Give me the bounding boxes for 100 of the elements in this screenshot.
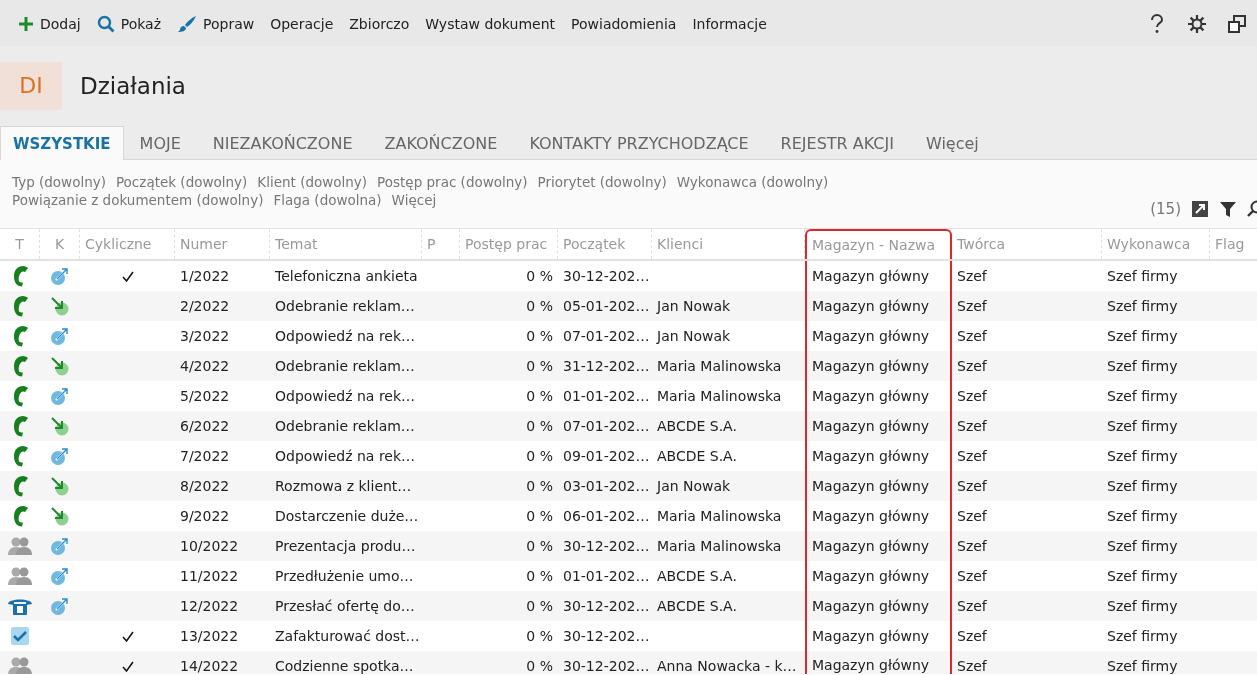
table-cell-text: Szef firmy <box>1106 327 1179 346</box>
expand-icon[interactable] <box>1191 200 1209 218</box>
table-cell-text: Odebranie reklam… <box>274 357 416 376</box>
people-icon <box>7 566 33 586</box>
table-cell-text: ABCDE S.A. <box>656 567 738 586</box>
filter-link[interactable]: Klient (dowolny) <box>257 174 368 190</box>
table-cell-text: Szef firmy <box>1106 657 1179 674</box>
column-header[interactable]: P <box>422 229 460 259</box>
filter-link[interactable]: Typ (dowolny) <box>12 174 106 190</box>
table-cell-text: Jan Nowak <box>655 297 732 316</box>
table-cell-text: ABCDE S.A. <box>656 447 738 466</box>
column-header[interactable]: Temat <box>270 229 422 259</box>
module-badge: DI <box>0 61 62 110</box>
table-cell-text: Maria Malinowska <box>656 537 783 556</box>
table-cell-text: Szef <box>956 537 988 556</box>
column-header[interactable]: Twórca <box>952 229 1102 259</box>
table-cell-text: 07-01-202… <box>562 417 651 436</box>
tab[interactable]: WSZYSTKIE <box>0 126 124 160</box>
toolbar-button[interactable]: Operacje <box>262 6 342 41</box>
table-cell-text: Odebranie reklam… <box>274 417 416 436</box>
table-cell-text: 8/2022 <box>179 477 231 496</box>
tab[interactable]: NIEZAKOŃCZONE <box>196 126 369 160</box>
table-cell-text: Odpowiedź na rek… <box>274 327 417 346</box>
column-header[interactable]: Wykonawca <box>1102 229 1210 259</box>
search-icon[interactable] <box>1247 200 1257 218</box>
toolbar-button[interactable]: Pokaż <box>88 6 169 41</box>
toolbar-button[interactable]: Dodaj <box>10 6 89 41</box>
table-cell-text: Jan Nowak <box>655 477 732 496</box>
filter-link[interactable]: Postęp prac (dowolny) <box>377 174 528 190</box>
toolbar-button[interactable]: Zbiorczo <box>341 6 418 41</box>
table-cell-text: Prezentacja produ… <box>274 537 417 556</box>
column-header[interactable]: Flag <box>1210 229 1257 259</box>
table-cell-text: 0 % <box>525 477 554 496</box>
table-cell-text: 0 % <box>525 267 554 286</box>
table-cell-text: 6/2022 <box>179 417 231 436</box>
filter-link[interactable]: Więcej <box>391 192 437 208</box>
table-cell-text: 7/2022 <box>179 447 231 466</box>
table-cell-text: 03-01-202… <box>562 477 651 496</box>
table-cell-text: Szef <box>956 267 988 286</box>
filter-link[interactable]: Powiązanie z dokumentem (dowolny) <box>12 192 264 208</box>
table-cell-text: Szef firmy <box>1106 537 1179 556</box>
table-cell-text: Szef firmy <box>1106 447 1179 466</box>
table-cell-text: Przedłużenie umo… <box>274 567 415 586</box>
column-header[interactable]: K <box>40 229 80 259</box>
toolbar-button[interactable]: Powiadomienia <box>563 6 685 41</box>
record-count: (15) <box>1150 200 1181 218</box>
table-cell-text: 0 % <box>525 357 554 376</box>
table-cell-text: Telefoniczna ankieta <box>274 267 419 286</box>
tab[interactable]: MOJE <box>123 126 197 160</box>
table-cell-text: Szef firmy <box>1106 507 1179 526</box>
tab[interactable]: ZAKOŃCZONE <box>368 126 514 160</box>
table-cell-text: Szef firmy <box>1106 627 1179 646</box>
column-header[interactable]: Numer <box>175 229 270 259</box>
toolbar-button[interactable]: Informacje <box>684 6 775 41</box>
table-cell-text: Szef firmy <box>1106 297 1179 316</box>
table-cell-text: Szef <box>956 387 988 406</box>
tab[interactable]: REJESTR AKCJI <box>764 126 910 160</box>
table-cell-text: 3/2022 <box>179 327 231 346</box>
table-cell-text: 06-01-202… <box>562 507 651 526</box>
settings-icon <box>1187 13 1207 34</box>
table-cell-text: 0 % <box>525 597 554 616</box>
column-header[interactable]: T <box>0 229 40 259</box>
plus-icon <box>18 15 34 32</box>
people-icon <box>7 536 33 556</box>
table-cell-text: Szef <box>956 507 988 526</box>
column-header[interactable]: Magazyn - Nazwa <box>805 229 952 259</box>
table-cell-text: 13/2022 <box>179 627 240 646</box>
table-cell-text: 11/2022 <box>179 567 240 586</box>
table-cell-text: 01-01-202… <box>562 567 651 586</box>
table-cell-text: 30-12-202… <box>562 657 651 674</box>
table-cell-text: 14/2022 <box>179 657 240 674</box>
table-cell-text: 12/2022 <box>179 597 240 616</box>
table-cell-text: Szef firmy <box>1106 417 1179 436</box>
table-cell-text: 0 % <box>525 627 554 646</box>
table-cell: Magazyn główny <box>805 651 952 674</box>
table-cell-text: 30-12-202… <box>562 627 651 646</box>
filter-link[interactable]: Priorytet (dowolny) <box>537 174 667 190</box>
filter-link[interactable]: Początek (dowolny) <box>115 174 248 190</box>
tab[interactable]: KONTAKTY PRZYCHODZĄCE <box>513 126 765 160</box>
table-cell-text: 9/2022 <box>179 507 231 526</box>
table-cell-text: 0 % <box>525 297 554 316</box>
table-cell-text: 0 % <box>525 327 554 346</box>
table-cell-text: Szef <box>956 447 988 466</box>
filter-link[interactable]: Wykonawca (dowolny) <box>676 174 829 190</box>
table-cell-text: 0 % <box>525 507 554 526</box>
table-cell-text: Jan Nowak <box>655 327 732 346</box>
column-header[interactable]: Postęp prac <box>460 229 558 259</box>
column-header[interactable]: Klienci <box>652 229 805 259</box>
filter-icon[interactable] <box>1219 200 1237 218</box>
filter-link[interactable]: Flaga (dowolna) <box>273 192 382 208</box>
table-cell-text: 0 % <box>525 657 554 674</box>
toolbar-button[interactable]: Wystaw dokument <box>417 6 564 41</box>
table-cell-text: Szef <box>956 357 988 376</box>
column-header[interactable]: Cykliczne <box>80 229 175 259</box>
toolbar-button[interactable]: Popraw <box>169 6 263 41</box>
column-header[interactable]: Początek <box>558 229 652 259</box>
tab[interactable]: Więcej <box>909 126 995 160</box>
table-cell-text: Szef <box>956 627 988 646</box>
table-cell-text: 10/2022 <box>179 537 240 556</box>
table-cell-text: Maria Malinowska <box>656 507 783 526</box>
